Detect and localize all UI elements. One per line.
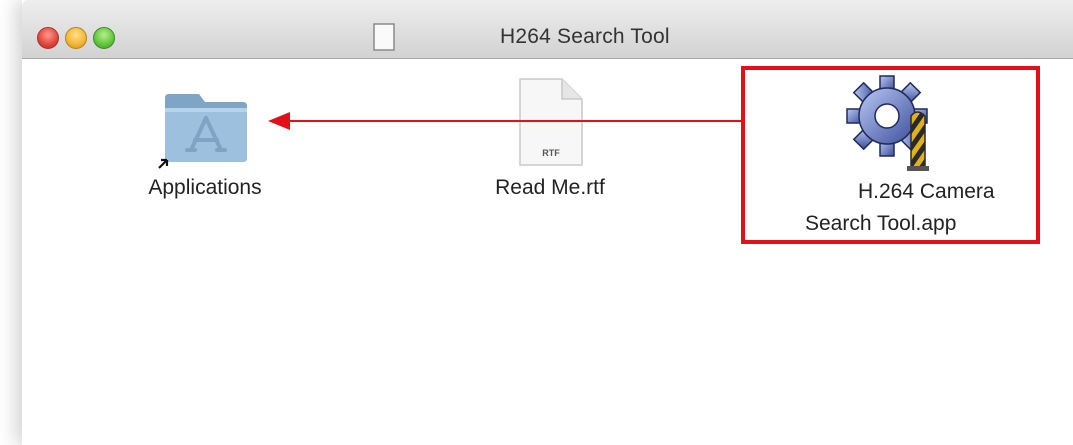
window-title-group: H264 Search Tool (372, 22, 670, 52)
window-title: H264 Search Tool (500, 25, 670, 48)
zoom-button[interactable] (93, 27, 115, 49)
document-proxy-icon[interactable] (372, 23, 396, 51)
close-button[interactable] (37, 27, 59, 49)
applications-label: Applications (148, 176, 262, 199)
applications-folder-item[interactable]: Applications (120, 80, 290, 200)
readme-file-item[interactable]: RTF Read Me.rtf (465, 76, 635, 200)
minimize-button[interactable] (65, 27, 87, 49)
rtf-badge: RTF (542, 148, 560, 158)
highlight-box (741, 66, 1040, 244)
title-bar[interactable]: H264 Search Tool (22, 0, 1073, 59)
readme-label: Read Me.rtf (495, 176, 605, 199)
applications-folder-icon (158, 94, 247, 169)
rtf-document-icon: RTF (519, 78, 583, 166)
